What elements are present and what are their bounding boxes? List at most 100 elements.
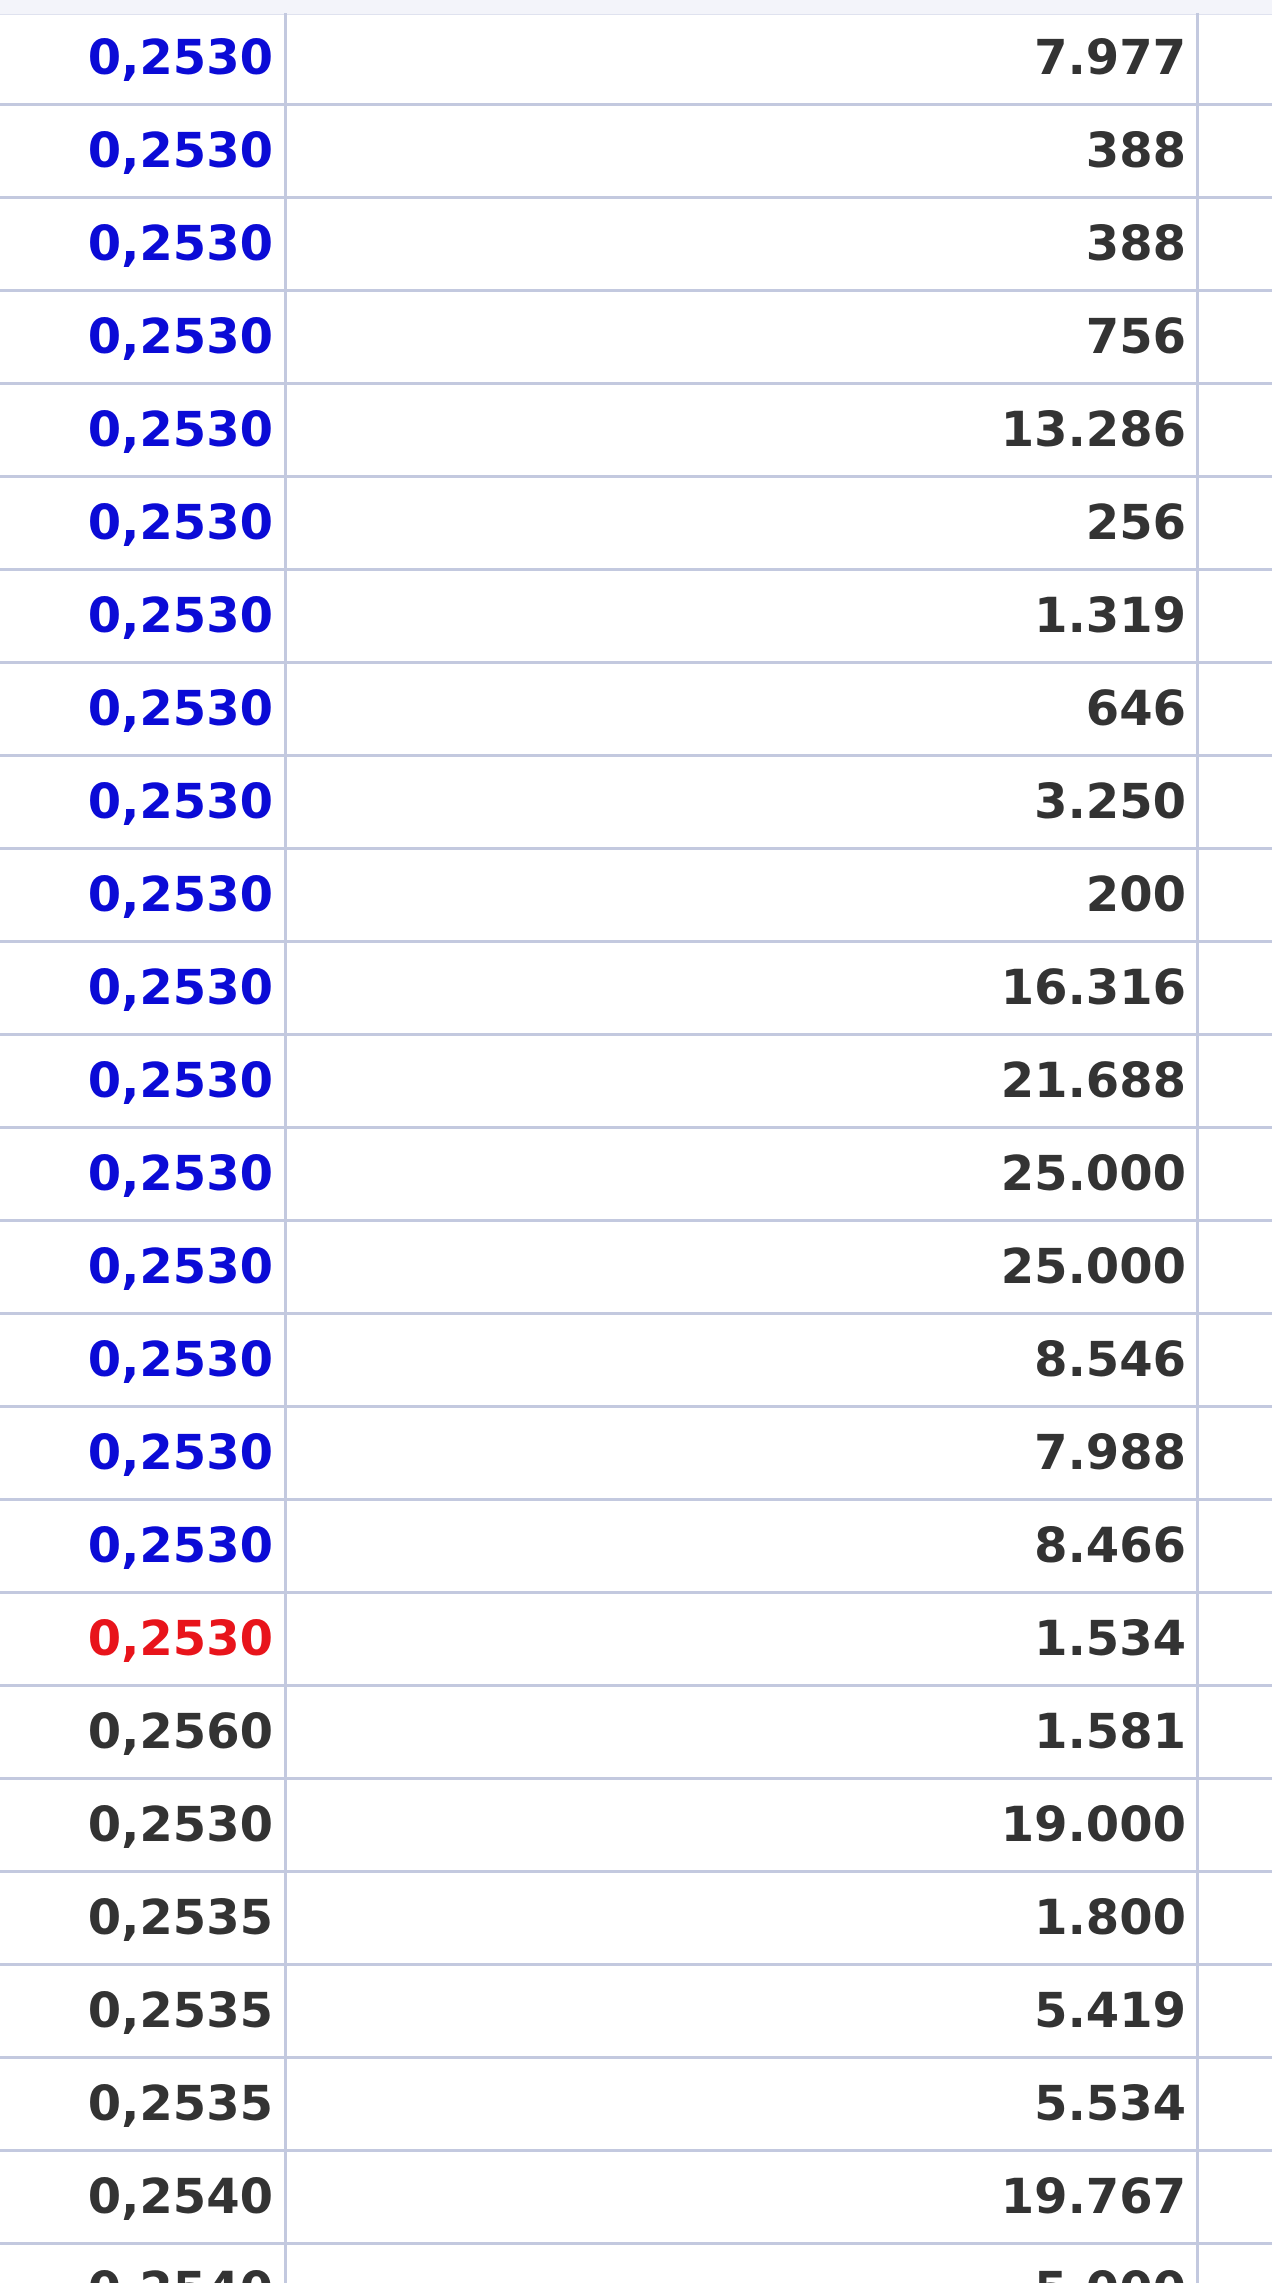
quantity-cell: 646 (285, 662, 1199, 757)
trade-row: 0,2530 7.988 (0, 1406, 1272, 1501)
next-column-cell (1197, 104, 1272, 199)
trade-row: 0,2535 1.800 (0, 1871, 1272, 1966)
trade-row: 0,2530 8.546 (0, 1313, 1272, 1408)
price-cell: 0,2530 (0, 1220, 287, 1315)
price-cell: 0,2530 (0, 755, 287, 850)
trade-row: 0,2530 1.534 (0, 1592, 1272, 1687)
next-column-cell (1197, 1220, 1272, 1315)
price-cell: 0,2530 (0, 1778, 287, 1873)
quantity-cell: 21.688 (285, 1034, 1199, 1129)
trades-table: 0,2530 7.977 0,2530 388 0,2530 388 0,2530 756 0,… (0, 13, 1272, 2283)
price-cell: 0,2530 (0, 383, 287, 478)
trade-row: 0,2530 200 (0, 848, 1272, 943)
quantity-cell: 256 (285, 476, 1199, 571)
trade-row: 0,2530 756 (0, 290, 1272, 385)
next-column-cell (1197, 569, 1272, 664)
quantity-cell: 16.316 (285, 941, 1199, 1036)
next-column-cell (1197, 197, 1272, 292)
quantity-cell: 5.534 (285, 2057, 1199, 2152)
price-cell: 0,2535 (0, 1871, 287, 1966)
price-cell: 0,2540 (0, 2150, 287, 2245)
trade-row: 0,2535 5.534 (0, 2057, 1272, 2152)
price-cell: 0,2530 (0, 1499, 287, 1594)
next-column-cell (1197, 1034, 1272, 1129)
next-column-cell (1197, 1313, 1272, 1408)
price-cell: 0,2535 (0, 2057, 287, 2152)
quantity-cell: 5.000 (285, 2243, 1199, 2283)
next-column-cell (1197, 2057, 1272, 2152)
quantity-cell: 388 (285, 104, 1199, 199)
trade-row: 0,2530 19.000 (0, 1778, 1272, 1873)
price-cell: 0,2530 (0, 1313, 287, 1408)
trade-row: 0,2530 8.466 (0, 1499, 1272, 1594)
quantity-cell: 388 (285, 197, 1199, 292)
next-column-cell (1197, 848, 1272, 943)
price-cell: 0,2540 (0, 2243, 287, 2283)
trade-row: 0,2530 388 (0, 197, 1272, 292)
trade-row: 0,2530 21.688 (0, 1034, 1272, 1129)
next-column-cell (1197, 1871, 1272, 1966)
price-cell: 0,2530 (0, 197, 287, 292)
quantity-cell: 8.546 (285, 1313, 1199, 1408)
trade-row: 0,2530 1.319 (0, 569, 1272, 664)
next-column-cell (1197, 1127, 1272, 1222)
price-cell: 0,2530 (0, 1034, 287, 1129)
next-column-cell (1197, 1685, 1272, 1780)
next-column-cell (1197, 13, 1272, 106)
next-column-cell (1197, 755, 1272, 850)
trade-row: 0,2530 25.000 (0, 1220, 1272, 1315)
price-cell: 0,2530 (0, 1592, 287, 1687)
price-cell: 0,2530 (0, 476, 287, 571)
price-cell: 0,2530 (0, 848, 287, 943)
quantity-cell: 5.419 (285, 1964, 1199, 2059)
next-column-cell (1197, 941, 1272, 1036)
next-column-cell (1197, 476, 1272, 571)
price-cell: 0,2530 (0, 1127, 287, 1222)
trades-table-body: 0,2530 7.977 0,2530 388 0,2530 388 0,2530 756 0,… (0, 13, 1272, 2283)
price-cell: 0,2530 (0, 1406, 287, 1501)
trade-row: 0,2530 7.977 (0, 13, 1272, 106)
quantity-cell: 756 (285, 290, 1199, 385)
trade-row: 0,2530 13.286 (0, 383, 1272, 478)
quantity-cell: 3.250 (285, 755, 1199, 850)
quantity-cell: 7.988 (285, 1406, 1199, 1501)
next-column-cell (1197, 1406, 1272, 1501)
quantity-cell: 8.466 (285, 1499, 1199, 1594)
trade-row: 0,2530 388 (0, 104, 1272, 199)
trade-row: 0,2540 19.767 (0, 2150, 1272, 2245)
quantity-cell: 1.534 (285, 1592, 1199, 1687)
quantity-cell: 1.581 (285, 1685, 1199, 1780)
price-cell: 0,2535 (0, 1964, 287, 2059)
price-cell: 0,2530 (0, 662, 287, 757)
trade-row: 0,25405.000 (0, 2243, 1272, 2283)
next-column-cell (1197, 290, 1272, 385)
price-cell: 0,2530 (0, 104, 287, 199)
next-column-cell (1197, 2243, 1272, 2283)
next-column-cell (1197, 1964, 1272, 2059)
trade-row: 0,2530 646 (0, 662, 1272, 757)
trade-row: 0,2530 16.316 (0, 941, 1272, 1036)
trades-viewport[interactable]: 0,2530 7.977 0,2530 388 0,2530 388 0,2530 756 0,… (0, 0, 1272, 2283)
quantity-cell: 19.767 (285, 2150, 1199, 2245)
next-column-cell (1197, 662, 1272, 757)
quantity-cell: 1.800 (285, 1871, 1199, 1966)
price-cell: 0,2530 (0, 941, 287, 1036)
price-cell: 0,2560 (0, 1685, 287, 1780)
quantity-cell: 19.000 (285, 1778, 1199, 1873)
next-column-cell (1197, 1778, 1272, 1873)
next-column-cell (1197, 383, 1272, 478)
quantity-cell: 1.319 (285, 569, 1199, 664)
trade-row: 0,2530 25.000 (0, 1127, 1272, 1222)
next-column-cell (1197, 2150, 1272, 2245)
price-cell: 0,2530 (0, 290, 287, 385)
price-cell: 0,2530 (0, 13, 287, 106)
price-cell: 0,2530 (0, 569, 287, 664)
trade-row: 0,2560 1.581 (0, 1685, 1272, 1780)
quantity-cell: 25.000 (285, 1220, 1199, 1315)
trade-row: 0,2535 5.419 (0, 1964, 1272, 2059)
trade-row: 0,2530 256 (0, 476, 1272, 571)
trade-row: 0,2530 3.250 (0, 755, 1272, 850)
quantity-cell: 200 (285, 848, 1199, 943)
next-column-cell (1197, 1499, 1272, 1594)
next-column-cell (1197, 1592, 1272, 1687)
